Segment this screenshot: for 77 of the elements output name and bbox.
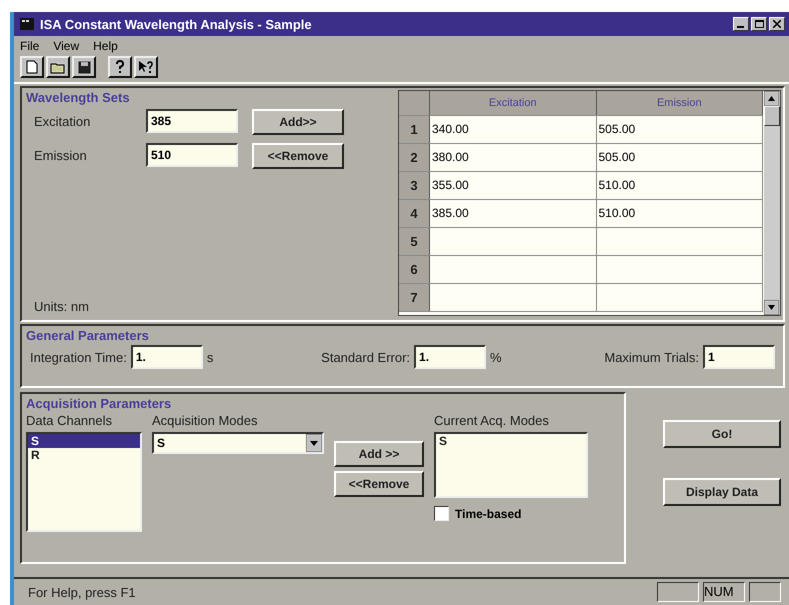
table-cell: 340.00 (430, 116, 596, 143)
status-text: For Help, press F1 (28, 584, 137, 600)
menu-item[interactable]: File (20, 39, 40, 53)
checkbox[interactable] (434, 506, 449, 521)
group-title: Acquisition Parameters (26, 396, 172, 411)
list-item[interactable]: S (28, 434, 140, 448)
units-label: Units: nm (33, 299, 90, 316)
group-title: Wavelength Sets (26, 90, 131, 105)
action-button[interactable]: Add >> (334, 441, 424, 467)
field-label: Integration Time: (30, 350, 127, 364)
folder-icon (50, 60, 66, 74)
table-cell: 380.00 (430, 144, 596, 171)
pointer-question-icon (138, 60, 154, 74)
close-icon (773, 20, 781, 28)
table-cell: 505.00 (596, 144, 763, 171)
menu-item[interactable]: Help (93, 39, 118, 53)
grid-corner[interactable] (399, 91, 430, 115)
action-button[interactable]: Go! (663, 420, 781, 448)
input-field[interactable]: 1. (414, 345, 486, 369)
row-header[interactable]: 5 (399, 228, 430, 255)
open-button[interactable] (46, 56, 70, 78)
list-item[interactable]: S (436, 434, 586, 448)
maximize-icon (754, 20, 764, 28)
input-field[interactable]: 1. (130, 345, 203, 369)
status-indicator: NUM (703, 582, 745, 602)
list-box[interactable]: S (434, 432, 588, 498)
scrollbar[interactable] (764, 91, 780, 315)
status-pane (657, 582, 699, 602)
field-label: Standard Error: (321, 350, 410, 364)
list-label: Current Acq. Modes (434, 413, 550, 428)
list-item[interactable]: R (28, 448, 140, 462)
field-label: Emission (33, 148, 88, 162)
new-button[interactable] (20, 56, 44, 78)
row-header[interactable]: 6 (399, 256, 430, 283)
action-button[interactable]: <<Remove (252, 143, 344, 169)
document-icon (26, 60, 38, 74)
row-header[interactable]: 7 (399, 284, 430, 311)
row-header[interactable]: 3 (399, 172, 430, 199)
up-arrow-icon (764, 91, 779, 106)
checkbox-label: Time-based (455, 506, 522, 520)
down-arrow-icon (764, 300, 779, 315)
scrollbar-thumb[interactable] (764, 106, 780, 126)
list-box[interactable]: S R (26, 432, 142, 532)
context-help-button[interactable] (134, 56, 158, 78)
row-header[interactable]: 2 (399, 144, 430, 171)
close-button[interactable] (769, 17, 785, 31)
action-button[interactable]: <<Remove (334, 471, 424, 497)
window-title: ISA Constant Wavelength Analysis - Sample (40, 16, 313, 32)
dropdown-arrow-icon (306, 434, 322, 452)
status-pane (749, 582, 781, 602)
app-icon (20, 18, 34, 30)
save-button[interactable] (72, 56, 96, 78)
table-cell: 385.00 (430, 200, 596, 227)
input-field[interactable]: 385 (146, 109, 238, 133)
field-label: Maximum Trials: (604, 350, 699, 364)
action-button[interactable]: Add>> (252, 109, 344, 135)
table-cell: 510.00 (596, 172, 763, 199)
dropdown[interactable]: S (152, 432, 324, 454)
unit-label: % (490, 350, 503, 364)
input-field[interactable]: 510 (146, 143, 238, 167)
question-mark-icon (115, 60, 125, 74)
dropdown-label: Acquisition Modes (152, 413, 258, 428)
table-cell: 355.00 (430, 172, 596, 199)
minimize-button[interactable] (733, 17, 749, 31)
table-cell: 510.00 (596, 200, 763, 227)
row-header[interactable]: 4 (399, 200, 430, 227)
action-button[interactable]: Display Data (663, 478, 781, 506)
group-title: General Parameters (26, 328, 150, 343)
list-label: Data Channels (26, 413, 113, 428)
maximize-button[interactable] (751, 17, 767, 31)
input-field[interactable]: 1 (702, 345, 775, 369)
table-cell: 505.00 (596, 116, 763, 143)
row-header[interactable]: 1 (399, 116, 430, 143)
menu-item[interactable]: View (53, 39, 80, 53)
unit-label: s (206, 350, 214, 364)
field-label: Excitation (33, 114, 92, 128)
about-button[interactable] (108, 56, 132, 78)
